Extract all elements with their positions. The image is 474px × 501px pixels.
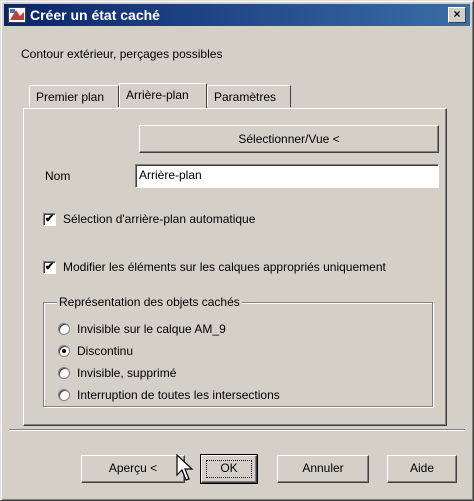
groupbox-title: Représentation des objets cachés [57,295,242,309]
radio-invisible-layer[interactable] [58,323,70,335]
ok-button[interactable]: OK [200,454,258,484]
auto-background-checkbox[interactable]: ✔ [43,213,56,226]
tab-arriere-plan[interactable]: Arrière-plan [119,83,207,108]
bottom-separator [9,429,465,431]
modify-layers-checkbox[interactable]: ✔ [43,261,56,274]
radio-label-discontinu: Discontinu [77,344,134,358]
cancel-button[interactable]: Annuler [277,455,369,483]
radio-discontinu[interactable] [58,345,70,357]
dialog-window: Créer un état caché × Contour extérieur,… [0,0,474,501]
dialog-description: Contour extérieur, perçages possibles [21,47,223,61]
title-bar: Créer un état caché × [4,4,470,26]
radio-interrupt-intersections[interactable] [58,389,70,401]
radio-label-interrupt-intersections: Interruption de toutes les intersections [77,388,280,402]
help-button[interactable]: Aide [387,455,457,483]
radio-label-invisible-removed: Invisible, supprimé [77,366,177,380]
preview-button[interactable]: Aperçu < [81,455,185,483]
modify-layers-label: Modifier les éléments sur les calques ap… [63,260,386,274]
select-view-button[interactable]: Sélectionner/Vue < [139,125,439,153]
tab-parametres[interactable]: Paramètres [207,85,291,107]
radio-label-invisible-layer: Invisible sur le calque AM_9 [77,322,226,336]
focus-rectangle [206,460,252,478]
check-mark-icon: ✔ [44,261,55,273]
name-input[interactable]: Arrière-plan [135,164,439,188]
app-icon [8,7,26,23]
name-label: Nom [45,169,71,183]
radio-selected-dot [62,349,66,353]
auto-background-label: Sélection d'arrière-plan automatique [63,212,256,226]
mouse-pointer-icon [176,453,194,484]
check-mark-icon: ✔ [44,213,55,225]
close-button[interactable]: × [448,7,466,23]
window-title: Créer un état caché [30,7,160,23]
radio-invisible-removed[interactable] [58,367,70,379]
tab-premier-plan[interactable]: Premier plan [29,85,119,107]
